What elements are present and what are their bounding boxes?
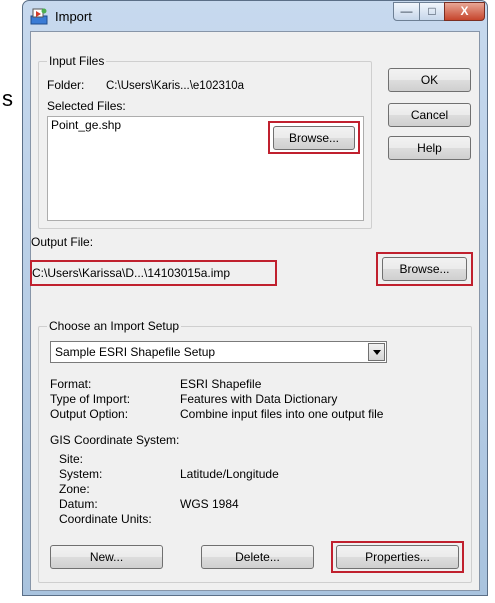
dialog-body: Input Files Folder: C:\Users\Karis...\e1… xyxy=(30,31,480,591)
title-bar[interactable]: Import — □ X xyxy=(23,1,487,31)
datum-value: WGS 1984 xyxy=(180,497,239,511)
import-setup-selected: Sample ESRI Shapefile Setup xyxy=(55,345,216,359)
minimize-button[interactable]: — xyxy=(393,2,420,21)
system-value: Latitude/Longitude xyxy=(180,467,279,481)
output-file-path: C:\Users\Karissa\D...\14103015a.imp xyxy=(32,266,231,280)
properties-button[interactable]: Properties... xyxy=(336,545,459,569)
zone-label: Zone: xyxy=(59,482,90,496)
delete-setup-button[interactable]: Delete... xyxy=(201,545,314,569)
output-option-label: Output Option: xyxy=(50,407,129,421)
maximize-button[interactable]: □ xyxy=(419,2,445,21)
datum-label: Datum: xyxy=(59,497,98,511)
input-files-group: Input Files Folder: C:\Users\Karis...\e1… xyxy=(38,54,372,229)
gis-coordinate-label: GIS Coordinate System: xyxy=(50,433,180,447)
import-dialog: Import — □ X Input Files Folder: C:\User… xyxy=(22,0,488,596)
help-button[interactable]: Help xyxy=(388,136,471,160)
output-file-label: Output File: xyxy=(31,235,94,249)
type-label: Type of Import: xyxy=(50,392,131,406)
import-setup-select[interactable]: Sample ESRI Shapefile Setup xyxy=(50,341,387,363)
close-button[interactable]: X xyxy=(444,2,485,21)
type-value: Features with Data Dictionary xyxy=(180,392,338,406)
input-files-legend: Input Files xyxy=(47,54,107,68)
coordinate-units-label: Coordinate Units: xyxy=(59,512,152,526)
format-label: Format: xyxy=(50,377,92,391)
cancel-button[interactable]: Cancel xyxy=(388,103,471,127)
folder-path: C:\Users\Karis...\e102310a xyxy=(106,80,245,92)
background-text: s xyxy=(2,86,13,111)
selected-files-label: Selected Files: xyxy=(47,99,126,113)
import-setup-group: Choose an Import Setup Sample ESRI Shape… xyxy=(38,319,472,583)
import-app-icon xyxy=(30,8,48,25)
dropdown-arrow-icon[interactable] xyxy=(368,343,385,361)
ok-button[interactable]: OK xyxy=(388,68,471,92)
format-value: ESRI Shapefile xyxy=(180,377,262,391)
window-title: Import xyxy=(55,9,92,24)
output-browse-button[interactable]: Browse... xyxy=(382,257,467,281)
system-label: System: xyxy=(59,467,103,481)
folder-label: Folder: xyxy=(47,78,85,92)
import-setup-legend: Choose an Import Setup xyxy=(47,319,182,333)
output-option-value: Combine input files into one output file xyxy=(180,407,384,421)
site-label: Site: xyxy=(59,452,84,466)
new-setup-button[interactable]: New... xyxy=(50,545,163,569)
input-browse-button[interactable]: Browse... xyxy=(273,126,355,150)
